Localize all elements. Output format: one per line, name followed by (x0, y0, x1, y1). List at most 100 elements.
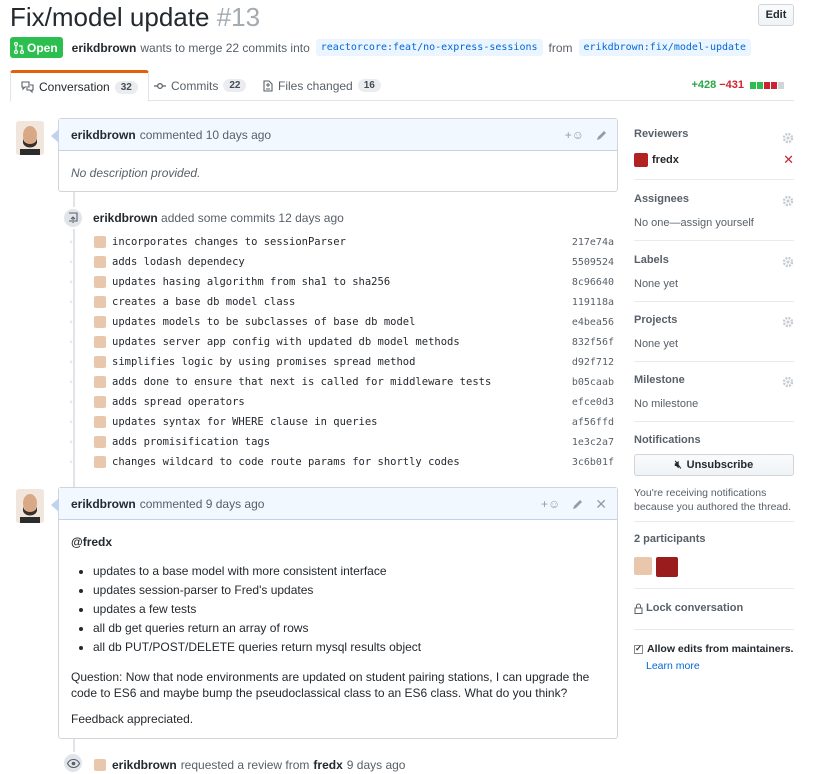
git-commit-icon: ◦ (69, 316, 73, 328)
avatar[interactable] (94, 276, 106, 288)
tab-commits[interactable]: Commits 22 (154, 70, 247, 101)
edit-button[interactable]: Edit (758, 4, 794, 26)
avatar[interactable] (634, 557, 652, 575)
avatar[interactable] (94, 436, 106, 448)
commit-sha[interactable]: 8c96640 (572, 277, 614, 288)
commit-message[interactable]: updates hasing algorithm from sha1 to sh… (112, 276, 572, 288)
commit-message[interactable]: simplifies logic by using promises sprea… (112, 356, 572, 368)
sidebar-title[interactable]: Assignees (634, 193, 794, 205)
gear-icon[interactable] (782, 256, 794, 268)
comment-timestamp[interactable]: commented 9 days ago (140, 497, 265, 511)
git-commit-icon: ◦ (69, 416, 73, 428)
commit-message[interactable]: updates models to be subclasses of base … (112, 316, 572, 328)
comment-paragraph: Feedback appreciated. (71, 712, 194, 726)
avatar[interactable] (94, 456, 106, 468)
avatar[interactable] (16, 489, 44, 523)
gear-icon[interactable] (782, 132, 794, 144)
review-reviewer[interactable]: fredx (313, 758, 342, 772)
sidebar-title[interactable]: Labels (634, 254, 794, 266)
avatar[interactable] (634, 153, 648, 167)
notification-reason: You're receiving notifications because y… (634, 487, 792, 513)
commit-message[interactable]: adds spread operators (112, 396, 572, 408)
review-author[interactable]: erikdbrown (112, 758, 177, 772)
avatar[interactable] (94, 759, 106, 771)
commit-message[interactable]: adds lodash dependecy (112, 256, 572, 268)
commit-sha[interactable]: e4bea56 (572, 317, 614, 328)
diffstat[interactable]: +428 −431 (691, 79, 784, 91)
base-branch[interactable]: reactorcore:feat/no-express-sessions (315, 39, 543, 56)
lock-conversation-link[interactable]: Lock conversation (634, 602, 794, 614)
bullet-list: updates to a base model with more consis… (71, 563, 605, 655)
commit-sha[interactable]: efce0d3 (572, 397, 614, 408)
sidebar-title[interactable]: Projects (634, 314, 794, 326)
sidebar-value[interactable]: No one—assign yourself (634, 217, 794, 229)
commit-sha[interactable]: b05caab (572, 377, 614, 388)
avatar[interactable] (94, 396, 106, 408)
tab-conversation[interactable]: Conversation 32 (10, 70, 149, 102)
avatar[interactable] (94, 336, 106, 348)
git-commit-icon (154, 82, 166, 89)
avatar[interactable] (94, 416, 106, 428)
commit-message[interactable]: incorporates changes to sessionParser (112, 236, 572, 248)
learn-more-link[interactable]: Learn more (646, 660, 794, 672)
sidebar-projects: Projects None yet (634, 314, 794, 362)
commit-sha[interactable]: 217e74a (572, 237, 614, 248)
pencil-icon[interactable] (596, 130, 607, 141)
status-badge: Open (10, 37, 63, 58)
avatar[interactable] (94, 236, 106, 248)
review-time[interactable]: 9 days ago (347, 758, 406, 772)
comment-timestamp[interactable]: commented 10 days ago (140, 128, 271, 142)
avatar[interactable] (16, 121, 44, 155)
git-commit-icon: ◦ (69, 436, 73, 448)
pull-request-icon (14, 41, 24, 54)
gear-icon[interactable] (782, 376, 794, 388)
commit-message[interactable]: updates server app config with updated d… (112, 336, 572, 348)
commit-sha[interactable]: 1e3c2a7 (572, 437, 614, 448)
allow-edits-label[interactable]: Allow edits from maintainers. (647, 643, 793, 655)
diffstat-block (750, 81, 756, 89)
commit-sha[interactable]: 3c6b01f (572, 457, 614, 468)
comment-author[interactable]: erikdbrown (71, 497, 136, 511)
unsubscribe-button[interactable]: 🔇︎ Unsubscribe (634, 454, 794, 476)
gear-icon[interactable] (782, 195, 794, 207)
avatar[interactable] (94, 296, 106, 308)
avatar[interactable] (656, 557, 678, 577)
commit-sha[interactable]: 5509524 (572, 257, 614, 268)
avatar[interactable] (94, 356, 106, 368)
commit-message[interactable]: adds done to ensure that next is called … (112, 376, 572, 388)
commit-message[interactable]: changes wildcard to code route params fo… (112, 456, 572, 468)
close-icon[interactable]: ✕ (595, 496, 607, 513)
pencil-icon[interactable] (572, 499, 583, 510)
sidebar-notifications: Notifications You're receiving notificat… (634, 434, 794, 522)
commit-sha[interactable]: 832f56f (572, 337, 614, 348)
author-link[interactable]: erikdbrown (72, 41, 137, 55)
gear-icon[interactable] (782, 316, 794, 328)
commit-author[interactable]: erikdbrown (93, 211, 158, 225)
reviewer-name[interactable]: fredx (652, 154, 679, 166)
commit-sha[interactable]: d92f712 (572, 357, 614, 368)
avatar[interactable] (94, 256, 106, 268)
avatar[interactable] (94, 316, 106, 328)
tab-files-changed[interactable]: Files changed 16 (263, 70, 381, 101)
commit-message[interactable]: adds promisification tags (112, 436, 572, 448)
sidebar-title[interactable]: Milestone (634, 374, 794, 386)
git-commit-icon: ◦ (69, 276, 73, 288)
user-mention[interactable]: @fredx (71, 534, 605, 550)
avatar[interactable] (94, 376, 106, 388)
comment-discussion-icon (21, 81, 34, 93)
head-branch[interactable]: erikdbrown:fix/model-update (578, 39, 752, 56)
add-reaction-icon[interactable]: +☺ (541, 497, 560, 511)
comment-paragraph: Question: Now that node environments are… (71, 670, 590, 700)
allow-edits-checkbox[interactable]: ✓ (634, 644, 643, 654)
commit-sha[interactable]: af56ffd (572, 417, 614, 428)
remove-reviewer-icon[interactable]: ✕ (783, 152, 794, 168)
comment-actions: +☺ ✕ (541, 488, 607, 520)
diffstat-blocks (750, 81, 784, 89)
sidebar-title[interactable]: Reviewers (634, 128, 794, 140)
comment-header: erikdbrown commented 9 days ago +☺ ✕ (59, 488, 617, 520)
commit-message[interactable]: creates a base db model class (112, 296, 572, 308)
comment-author[interactable]: erikdbrown (71, 128, 136, 142)
commit-message[interactable]: updates syntax for WHERE clause in queri… (112, 416, 572, 428)
commit-sha[interactable]: 119118a (572, 297, 614, 308)
add-reaction-icon[interactable]: +☺ (565, 128, 584, 142)
